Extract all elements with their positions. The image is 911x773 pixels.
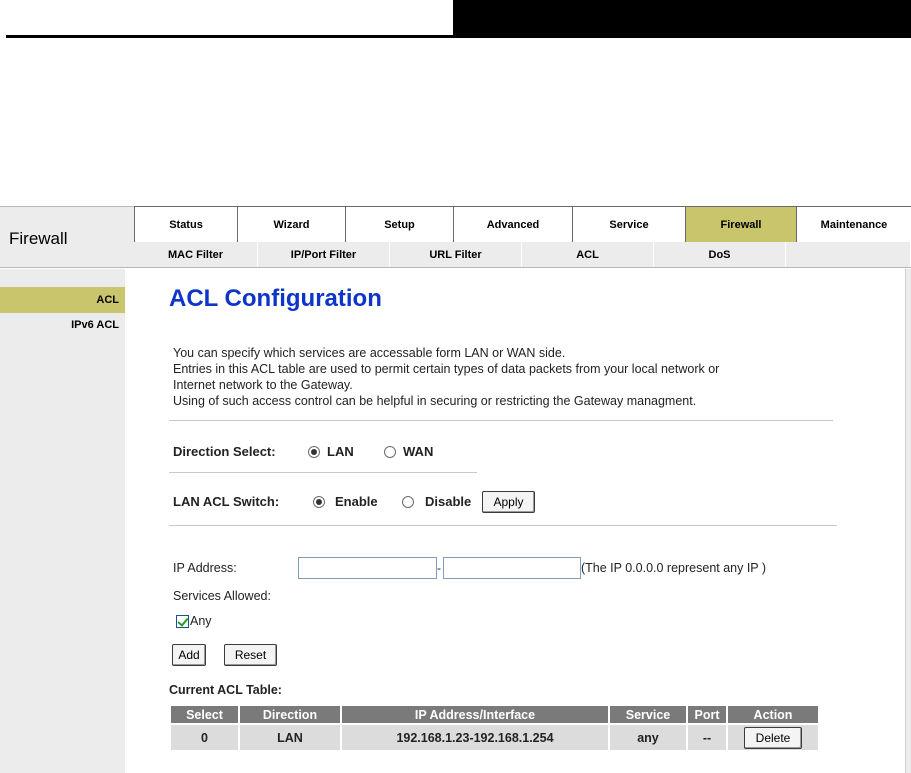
radio-direction-lan-label: LAN xyxy=(327,444,354,459)
services-allowed-label: Services Allowed: xyxy=(173,589,271,603)
radio-switch-enable-label: Enable xyxy=(335,494,378,509)
sidebar: ACL IPv6 ACL xyxy=(0,269,125,773)
tab-firewall[interactable]: Firewall xyxy=(685,207,796,243)
subtab-url-filter[interactable]: URL Filter xyxy=(390,242,522,267)
radio-switch-enable[interactable] xyxy=(313,496,325,508)
table-header-row: Select Direction IP Address/Interface Se… xyxy=(171,706,820,724)
router-ui: Firewall Status Wizard Setup Advanced Se… xyxy=(0,206,911,773)
acl-table-title: Current ACL Table: xyxy=(169,683,282,697)
document-header-rule xyxy=(6,35,453,38)
ip-separator: - xyxy=(437,561,441,575)
document-header-block xyxy=(453,0,911,38)
brand-panel: Firewall xyxy=(0,206,134,268)
subtab-mac-filter[interactable]: MAC Filter xyxy=(134,242,258,267)
acl-table: Select Direction IP Address/Interface Se… xyxy=(171,706,820,750)
main-nav: Status Wizard Setup Advanced Service Fir… xyxy=(134,206,911,243)
any-checkbox-label: Any xyxy=(190,614,212,628)
divider xyxy=(169,420,833,421)
tab-status[interactable]: Status xyxy=(134,207,237,243)
tab-maintenance[interactable]: Maintenance xyxy=(796,207,911,243)
direction-label: Direction Select: xyxy=(173,444,276,459)
subtab-dos[interactable]: DoS xyxy=(654,242,786,267)
col-port: Port xyxy=(687,706,728,724)
col-select: Select xyxy=(171,706,240,724)
any-checkbox[interactable] xyxy=(176,615,189,628)
cell-service: any xyxy=(609,723,688,750)
tab-service[interactable]: Service xyxy=(572,207,685,243)
brand-title: Firewall xyxy=(9,229,68,248)
radio-direction-lan[interactable] xyxy=(308,446,320,458)
subtab-empty xyxy=(786,242,911,267)
cell-select: 0 xyxy=(171,723,240,750)
intro-line: Using of such access control can be help… xyxy=(173,394,697,408)
sidebar-item-ipv6-acl[interactable]: IPv6 ACL xyxy=(0,313,125,339)
vertical-scrollbar[interactable] xyxy=(905,269,911,773)
ip-hint: (The IP 0.0.0.0 represent any IP ) xyxy=(581,561,767,575)
tab-wizard[interactable]: Wizard xyxy=(237,207,345,243)
radio-switch-disable[interactable] xyxy=(402,496,414,508)
col-direction: Direction xyxy=(239,706,342,724)
subtab-ip-port-filter[interactable]: IP/Port Filter xyxy=(258,242,390,267)
sub-nav: MAC Filter IP/Port Filter URL Filter ACL… xyxy=(134,242,911,268)
add-button[interactable]: Add xyxy=(172,644,206,666)
radio-direction-wan-label: WAN xyxy=(403,444,434,459)
cell-ip: 192.168.1.23-192.168.1.254 xyxy=(341,723,610,750)
ip-address-label: IP Address: xyxy=(173,561,237,575)
sidebar-item-acl[interactable]: ACL xyxy=(0,287,125,313)
ip-start-input[interactable] xyxy=(298,557,437,579)
subtab-acl[interactable]: ACL xyxy=(522,242,654,267)
main-content: ACL Configuration You can specify which … xyxy=(125,269,905,773)
tab-setup[interactable]: Setup xyxy=(345,207,453,243)
intro-line: Entries in this ACL table are used to pe… xyxy=(173,362,720,376)
radio-direction-wan[interactable] xyxy=(384,446,396,458)
intro-line: You can specify which services are acces… xyxy=(173,346,566,360)
apply-button[interactable]: Apply xyxy=(482,491,535,513)
col-service: Service xyxy=(609,706,688,724)
cell-direction: LAN xyxy=(239,723,342,750)
tab-advanced[interactable]: Advanced xyxy=(453,207,572,243)
radio-switch-disable-label: Disable xyxy=(425,494,472,509)
reset-button[interactable]: Reset xyxy=(224,644,277,666)
ip-end-input[interactable] xyxy=(443,557,581,579)
table-row: 0 LAN 192.168.1.23-192.168.1.254 any -- … xyxy=(171,723,820,750)
divider xyxy=(169,525,837,526)
divider xyxy=(169,472,477,473)
col-action: Action xyxy=(727,706,820,724)
col-ip: IP Address/Interface xyxy=(341,706,610,724)
cell-action: Delete xyxy=(727,723,820,750)
acl-switch-label: LAN ACL Switch: xyxy=(173,494,280,509)
intro-text: You can specify which services are acces… xyxy=(173,345,719,409)
intro-line: Internet network to the Gateway. xyxy=(173,378,353,392)
cell-port: -- xyxy=(687,723,728,750)
page-title: ACL Configuration xyxy=(169,285,382,312)
delete-button[interactable]: Delete xyxy=(744,726,802,749)
